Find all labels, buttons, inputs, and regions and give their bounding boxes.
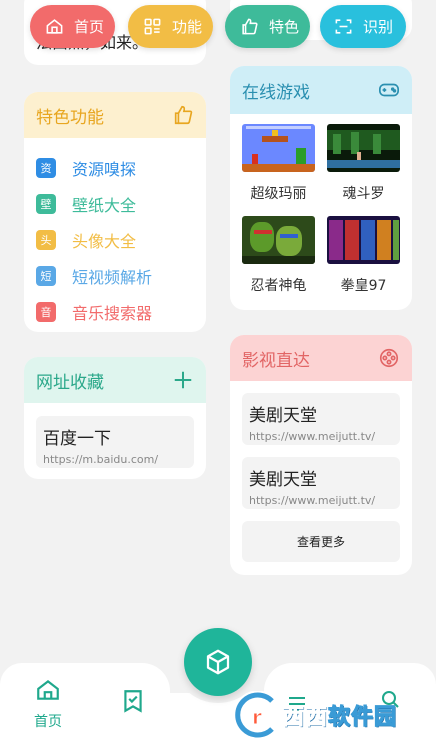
feature-label: 资源嗅探 <box>72 160 137 179</box>
thumbs-up-icon <box>242 18 258 35</box>
home-icon <box>46 19 63 34</box>
pill-featured[interactable]: 特色 <box>225 5 310 48</box>
game-item-contra[interactable]: 魂斗罗 <box>327 124 400 216</box>
site-url: https://www.meijutt.tv/ <box>249 430 376 443</box>
site-name: 百度一下 <box>43 429 111 449</box>
center-cube-button[interactable] <box>184 628 252 696</box>
site-url: https://m.baidu.com/ <box>43 453 159 466</box>
feature-item-avatars[interactable]: 头 头像大全 <box>36 222 194 258</box>
feature-item-resource-sniff[interactable]: 资 资源嗅探 <box>36 150 194 186</box>
scan-icon <box>335 19 352 34</box>
pill-function[interactable]: 功能 <box>128 5 213 48</box>
feature-badge: 资 <box>36 158 56 178</box>
feature-badge: 音 <box>36 302 56 322</box>
grid-icon <box>144 18 161 35</box>
game-thumbnail <box>242 216 315 264</box>
movies-header: 影视直达 <box>230 335 412 381</box>
game-item-tmnt[interactable]: 忍者神龟 <box>242 216 315 308</box>
game-item-kof97[interactable]: 拳皇97 <box>327 216 400 308</box>
pill-function-label: 功能 <box>172 18 203 36</box>
pill-home[interactable]: 首页 <box>30 5 115 48</box>
feature-label: 音乐搜索器 <box>72 304 153 323</box>
game-thumbnail <box>327 216 400 264</box>
movies-card: 影视直达 美剧天堂 https://www.meijutt.tv/ 美剧天堂 h… <box>230 335 412 575</box>
game-item-super-mario[interactable]: 超级玛丽 <box>242 124 315 216</box>
bookmark-check-icon <box>124 690 142 713</box>
site-name: 美剧天堂 <box>249 406 317 426</box>
home-icon <box>37 679 59 700</box>
features-title: 特色功能 <box>36 107 104 128</box>
site-name: 美剧天堂 <box>249 470 317 490</box>
feature-label: 壁纸大全 <box>72 196 137 215</box>
view-more-button[interactable]: 查看更多 <box>242 521 400 562</box>
movies-title: 影视直达 <box>242 350 310 371</box>
games-card: 在线游戏 超级玛丽 魂斗罗 忍者神龟 拳皇97 <box>230 66 412 310</box>
games-header: 在线游戏 <box>230 66 412 114</box>
feature-label: 头像大全 <box>72 232 137 251</box>
nav-home-label: 首页 <box>34 714 62 730</box>
pill-scan[interactable]: 识别 <box>320 5 406 48</box>
movie-site-item[interactable]: 美剧天堂 https://www.meijutt.tv/ <box>242 393 400 445</box>
film-reel-icon <box>379 348 399 368</box>
feature-badge: 短 <box>36 266 56 286</box>
svg-text:r: r <box>252 705 262 729</box>
favorite-site-item[interactable]: 百度一下 https://m.baidu.com/ <box>36 416 194 468</box>
game-name: 忍者神龟 <box>250 278 307 294</box>
thumbs-up-icon <box>174 105 193 125</box>
game-name: 超级玛丽 <box>250 186 307 202</box>
feature-label: 短视频解析 <box>72 268 153 287</box>
game-thumbnail <box>327 124 400 172</box>
favorites-title: 网址收藏 <box>36 372 104 393</box>
feature-badge: 头 <box>36 230 56 250</box>
pill-featured-label: 特色 <box>269 18 300 36</box>
cube-icon <box>206 649 230 675</box>
features-header: 特色功能 <box>24 92 206 138</box>
favorites-card: 网址收藏 百度一下 https://m.baidu.com/ <box>24 357 206 479</box>
watermark-text: 西西软件园 <box>281 705 398 731</box>
features-card: 特色功能 资 资源嗅探 壁 壁纸大全 头 头像大全 短 短视频解析 音 音乐搜索… <box>24 92 206 332</box>
cr-logo-icon: r <box>233 691 276 739</box>
favorites-header: 网址收藏 <box>24 357 206 403</box>
features-list: 资 资源嗅探 壁 壁纸大全 头 头像大全 短 短视频解析 音 音乐搜索器 <box>24 138 206 330</box>
feature-item-wallpapers[interactable]: 壁 壁纸大全 <box>36 186 194 222</box>
games-grid: 超级玛丽 魂斗罗 忍者神龟 拳皇97 <box>230 114 412 308</box>
plus-icon[interactable] <box>172 369 194 391</box>
game-name: 魂斗罗 <box>342 186 385 202</box>
feature-item-short-video[interactable]: 短 短视频解析 <box>36 258 194 294</box>
nav-bookmarks[interactable] <box>120 688 146 714</box>
nav-home[interactable]: 首页 <box>26 677 70 731</box>
games-title: 在线游戏 <box>242 82 310 103</box>
movie-site-item[interactable]: 美剧天堂 https://www.meijutt.tv/ <box>242 457 400 509</box>
pill-scan-label: 识别 <box>363 18 394 36</box>
game-thumbnail <box>242 124 315 172</box>
gamepad-icon <box>379 83 399 97</box>
pill-home-label: 首页 <box>74 18 105 36</box>
site-url: https://www.meijutt.tv/ <box>249 494 376 507</box>
feature-badge: 壁 <box>36 194 56 214</box>
watermark: r 西西软件园 <box>232 688 432 742</box>
feature-item-music-search[interactable]: 音 音乐搜索器 <box>36 294 194 330</box>
game-name: 拳皇97 <box>340 278 387 294</box>
